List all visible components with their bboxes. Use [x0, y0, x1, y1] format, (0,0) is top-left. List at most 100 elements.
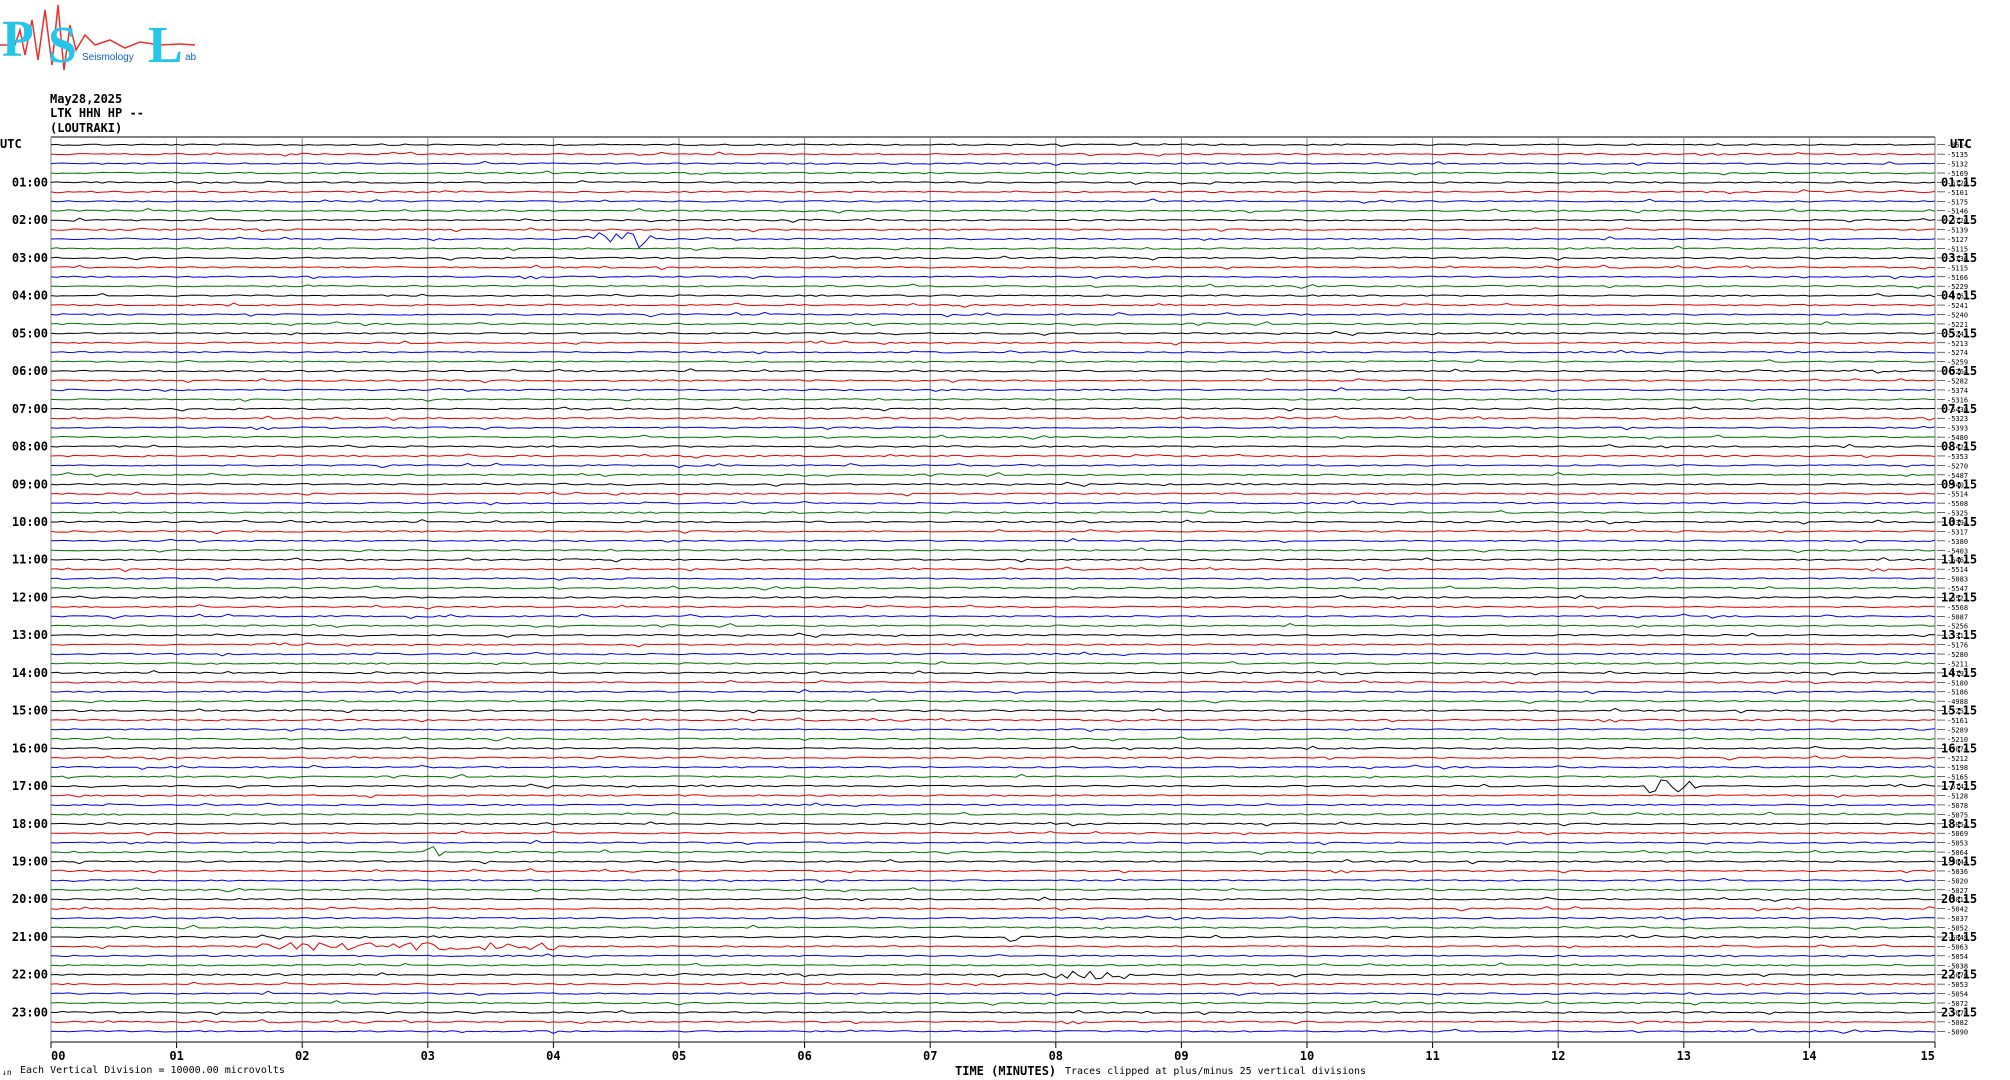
x-tick-label-09: 09 [1174, 1049, 1188, 1063]
trace-86 [50, 953, 1936, 958]
trace-55 [50, 661, 1936, 666]
trace-value-54: -5280 [1947, 651, 1968, 659]
hour-label-left-14-00: 14:00 [12, 666, 48, 680]
trace-27 [50, 396, 1936, 402]
trace-8 [50, 217, 1936, 223]
trace-69 [50, 794, 1936, 799]
hour-label-right-17-15: 17:15 [1941, 779, 1977, 793]
trace-value-77: -5036 [1947, 868, 1968, 876]
trace-26 [50, 387, 1936, 393]
hour-label-right-02-15: 02:15 [1941, 213, 1977, 227]
trace-93 [50, 1019, 1936, 1025]
trace-value-81: -5042 [1947, 906, 1968, 914]
trace-value-46: -5083 [1947, 576, 1968, 584]
trace-77 [50, 868, 1936, 874]
trace-value-21: -5213 [1947, 340, 1968, 348]
trace-value-42: -5380 [1947, 538, 1968, 546]
hour-label-left-21-00: 21:00 [12, 930, 48, 944]
trace-58 [50, 688, 1936, 695]
hour-label-left-05-00: 05:00 [12, 326, 48, 340]
x-tick-label-00: 00 [51, 1049, 65, 1063]
trace-3 [50, 170, 1936, 176]
trace-6 [50, 198, 1936, 204]
trace-49 [50, 604, 1935, 610]
hour-label-left-22-00: 22:00 [12, 968, 48, 982]
clip-note: Traces clipped at plus/minus 25 vertical… [1065, 1066, 1367, 1077]
x-tick-label-08: 08 [1049, 1049, 1063, 1063]
helicorder-plot: 00 01 02 03 04 05 06 07 08 09 10 11 12 13 14 15-8514-51… [12, 136, 1977, 1063]
trace-66 [50, 764, 1936, 770]
hour-label-left-17-00: 17:00 [12, 779, 48, 793]
trace-value-49: -5568 [1947, 604, 1968, 612]
trace-value-50: -5087 [1947, 613, 1968, 621]
trace-value-69: -5128 [1947, 792, 1968, 800]
trace-value-10: -5127 [1947, 236, 1968, 244]
x-tick-label-04: 04 [546, 1049, 560, 1063]
trace-value-61: -5161 [1947, 717, 1968, 725]
hour-label-right-12-15: 12:15 [1941, 590, 1977, 604]
hour-label-left-09-00: 09:00 [12, 477, 48, 491]
trace-value-93: -5082 [1947, 1019, 1968, 1027]
trace-24 [51, 368, 1936, 374]
trace-value-13: -5115 [1947, 264, 1968, 272]
trace-37 [50, 491, 1936, 497]
hour-label-right-15-15: 15:15 [1941, 704, 1977, 718]
trace-15 [51, 283, 1936, 289]
trace-65 [50, 755, 1936, 761]
trace-33 [50, 453, 1936, 459]
hour-label-right-07-15: 07:15 [1941, 402, 1977, 416]
x-tick-label-03: 03 [421, 1049, 435, 1063]
trace-54 [50, 651, 1936, 657]
trace-10 [50, 232, 1936, 249]
trace-23 [50, 359, 1935, 364]
trace-11 [50, 245, 1936, 252]
trace-52 [50, 632, 1936, 638]
trace-value-70: -5078 [1947, 802, 1968, 810]
trace-value-38: -5508 [1947, 500, 1968, 508]
trace-value-0: -8514 [1947, 142, 1968, 150]
trace-81 [50, 906, 1936, 912]
trace-76 [50, 858, 1936, 865]
trace-46 [50, 576, 1936, 582]
hour-label-left-11-00: 11:00 [12, 553, 48, 567]
trace-17 [50, 302, 1936, 308]
trace-73 [51, 830, 1936, 836]
trace-value-58: -5186 [1947, 689, 1968, 697]
x-tick-label-11: 11 [1425, 1049, 1439, 1063]
hour-label-right-08-15: 08:15 [1941, 440, 1977, 454]
trace-value-26: -5374 [1947, 387, 1968, 395]
hour-label-right-19-15: 19:15 [1941, 855, 1977, 869]
trace-13 [50, 264, 1936, 271]
x-tick-label-12: 12 [1551, 1049, 1565, 1063]
trace-9 [50, 227, 1936, 233]
trace-88 [50, 970, 1935, 980]
hour-label-left-04-00: 04:00 [12, 289, 48, 303]
hour-label-left-15-00: 15:00 [12, 704, 48, 718]
trace-value-74: -5053 [1947, 840, 1968, 848]
trace-40 [50, 519, 1936, 525]
trace-71 [50, 811, 1936, 817]
trace-61 [50, 717, 1936, 723]
hour-label-right-05-15: 05:15 [1941, 326, 1977, 340]
hour-label-left-13-00: 13:00 [12, 628, 48, 642]
trace-value-57: -5180 [1947, 679, 1968, 687]
trace-56 [50, 670, 1936, 676]
trace-5 [50, 189, 1936, 195]
trace-1 [50, 151, 1936, 157]
hour-label-left-12-00: 12:00 [12, 590, 48, 604]
trace-value-45: -5514 [1947, 566, 1968, 574]
trace-39 [50, 510, 1936, 515]
trace-value-37: -5514 [1947, 491, 1968, 499]
hour-label-right-03-15: 03:15 [1941, 251, 1977, 265]
trace-value-30: -5393 [1947, 425, 1968, 433]
trace-67 [50, 773, 1936, 779]
trace-value-17: -5241 [1947, 302, 1968, 310]
trace-32 [50, 443, 1936, 449]
trace-21 [50, 340, 1936, 346]
trace-68 [50, 779, 1936, 794]
trace-63 [50, 736, 1936, 742]
trace-34 [50, 462, 1936, 469]
hour-label-right-13-15: 13:15 [1941, 628, 1977, 642]
hour-label-right-18-15: 18:15 [1941, 817, 1977, 831]
trace-value-89: -5053 [1947, 981, 1968, 989]
